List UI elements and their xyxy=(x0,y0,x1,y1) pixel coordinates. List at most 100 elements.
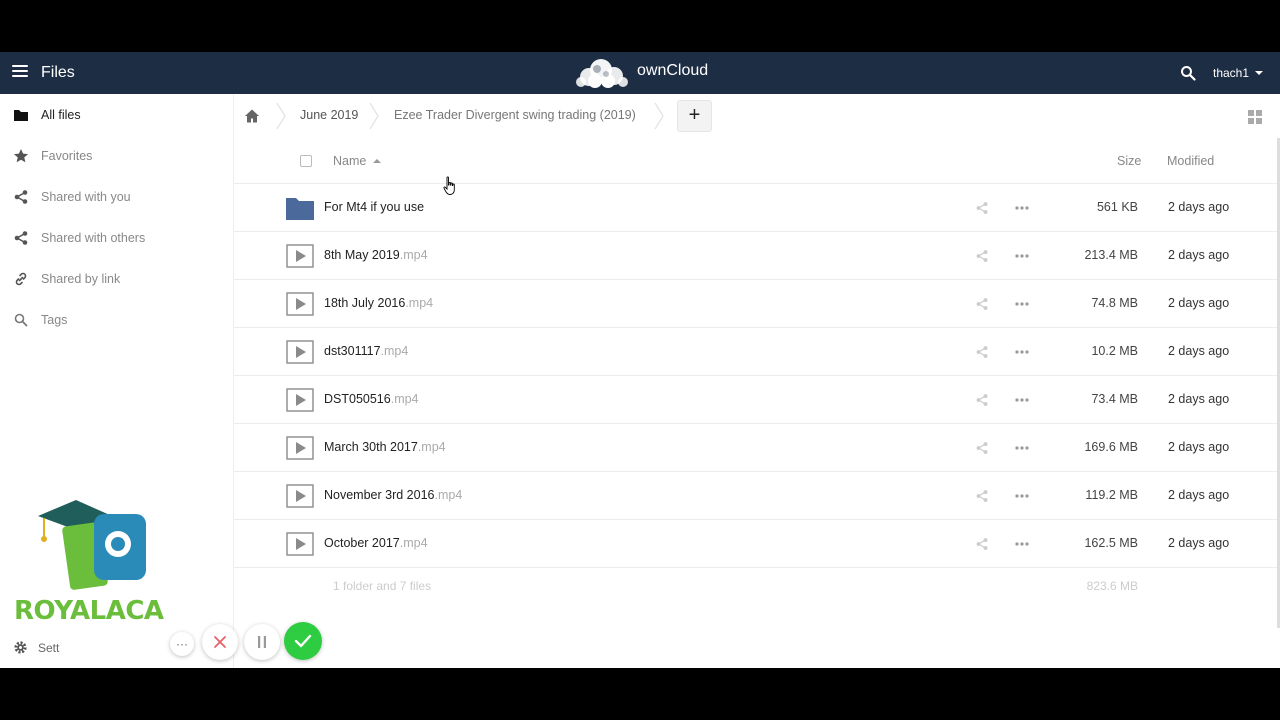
table-row[interactable]: dst301117.mp4 10.2 MB 2 days ago xyxy=(234,328,1278,376)
file-size: 561 KB xyxy=(1096,200,1138,214)
file-size: 169.6 MB xyxy=(1084,440,1138,454)
file-name[interactable]: DST050516.mp4 xyxy=(324,392,419,406)
sidebar-item-label: Shared with others xyxy=(41,231,146,245)
file-extension: .mp4 xyxy=(390,392,419,406)
gear-icon xyxy=(14,641,27,654)
file-size: 73.4 MB xyxy=(1091,392,1138,406)
table-row[interactable]: DST050516.mp4 73.4 MB 2 days ago xyxy=(234,376,1278,424)
more-actions-icon[interactable] xyxy=(1015,201,1029,215)
chevron-right-icon xyxy=(369,102,379,130)
more-actions-icon[interactable] xyxy=(1015,537,1029,551)
sidebar-item-label: All files xyxy=(41,108,81,122)
file-name[interactable]: October 2017.mp4 xyxy=(324,536,428,550)
share-icon[interactable] xyxy=(975,393,989,407)
cancel-button[interactable] xyxy=(202,624,238,660)
top-header: Files ownCloud thach1 xyxy=(0,52,1280,94)
sidebar-item-favorites[interactable]: Favorites xyxy=(0,135,233,176)
file-basename: 18th July 2016 xyxy=(324,296,406,310)
file-extension: .mp4 xyxy=(399,536,428,550)
file-size: 10.2 MB xyxy=(1091,344,1138,358)
link-icon xyxy=(15,272,27,286)
file-size: 162.5 MB xyxy=(1084,536,1138,550)
settings-button[interactable]: Sett xyxy=(13,640,59,655)
share-icon[interactable] xyxy=(975,489,989,503)
owncloud-app: Files ownCloud thach1 All files Favorite… xyxy=(0,52,1280,668)
pause-icon xyxy=(258,636,266,648)
file-extension: .mp4 xyxy=(417,440,446,454)
sidebar-item-tags[interactable]: Tags xyxy=(0,299,233,340)
video-file-icon xyxy=(286,532,314,556)
user-menu[interactable]: thach1 xyxy=(1213,66,1264,80)
video-file-icon xyxy=(286,340,314,364)
share-icon[interactable] xyxy=(975,297,989,311)
share-icon[interactable] xyxy=(975,345,989,359)
sidebar-item-shared-with-you[interactable]: Shared with you xyxy=(0,176,233,217)
file-modified: 2 days ago xyxy=(1168,392,1230,406)
table-row[interactable]: November 3rd 2016.mp4 119.2 MB 2 days ago xyxy=(234,472,1278,520)
logo-text: ownCloud xyxy=(637,62,709,79)
sidebar-item-all-files[interactable]: All files xyxy=(0,94,233,135)
file-name[interactable]: dst301117.mp4 xyxy=(324,344,408,358)
table-row[interactable]: October 2017.mp4 162.5 MB 2 days ago xyxy=(234,520,1278,568)
new-file-button[interactable]: + xyxy=(677,100,712,132)
more-options-button[interactable]: ··· xyxy=(170,632,194,656)
sidebar-item-label: Favorites xyxy=(41,149,93,163)
more-actions-icon[interactable] xyxy=(1015,441,1029,455)
file-name[interactable]: 8th May 2019.mp4 xyxy=(324,248,428,262)
name-header-label: Name xyxy=(333,154,367,168)
star-icon xyxy=(13,149,29,163)
file-extension: .mp4 xyxy=(380,344,409,358)
home-icon[interactable] xyxy=(244,108,260,124)
sidebar: All files Favorites Shared with you Shar… xyxy=(0,94,234,668)
chevron-down-icon xyxy=(1255,71,1264,75)
table-row[interactable]: For Mt4 if you use 561 KB 2 days ago xyxy=(234,184,1278,232)
select-all-checkbox[interactable] xyxy=(300,155,312,167)
file-extension: .mp4 xyxy=(405,296,434,310)
file-modified: 2 days ago xyxy=(1168,536,1230,550)
table-header: Name Size Modified xyxy=(234,138,1278,184)
sort-by-size[interactable]: Size xyxy=(1117,154,1141,168)
breadcrumb-current-folder[interactable]: Ezee Trader Divergent swing trading (201… xyxy=(394,108,636,122)
file-modified: 2 days ago xyxy=(1168,296,1230,310)
grid-view-icon[interactable] xyxy=(1248,110,1262,124)
share-icon[interactable] xyxy=(975,441,989,455)
file-basename: For Mt4 if you use xyxy=(324,200,425,214)
file-basename: November 3rd 2016 xyxy=(324,488,435,502)
more-actions-icon[interactable] xyxy=(1015,489,1029,503)
breadcrumb-june-2019[interactable]: June 2019 xyxy=(300,108,358,122)
sidebar-item-shared-by-link[interactable]: Shared by link xyxy=(0,258,233,299)
table-row[interactable]: 8th May 2019.mp4 213.4 MB 2 days ago xyxy=(234,232,1278,280)
file-name[interactable]: March 30th 2017.mp4 xyxy=(324,440,446,454)
pause-button[interactable] xyxy=(244,624,280,660)
more-actions-icon[interactable] xyxy=(1015,297,1029,311)
video-file-icon xyxy=(286,292,314,316)
more-actions-icon[interactable] xyxy=(1015,249,1029,263)
table-row[interactable]: 18th July 2016.mp4 74.8 MB 2 days ago xyxy=(234,280,1278,328)
table-row[interactable]: March 30th 2017.mp4 169.6 MB 2 days ago xyxy=(234,424,1278,472)
check-icon xyxy=(294,634,312,648)
username: thach1 xyxy=(1213,66,1250,80)
sort-by-name[interactable]: Name xyxy=(333,154,382,168)
app-title[interactable]: Files xyxy=(41,64,75,82)
share-icon[interactable] xyxy=(975,201,989,215)
file-name[interactable]: For Mt4 if you use xyxy=(324,200,424,214)
sidebar-item-shared-with-others[interactable]: Shared with others xyxy=(0,217,233,258)
owncloud-logo[interactable]: ownCloud xyxy=(573,56,708,90)
file-name[interactable]: November 3rd 2016.mp4 xyxy=(324,488,462,502)
video-file-icon xyxy=(286,388,314,412)
share-icon xyxy=(14,190,28,204)
chevron-right-icon xyxy=(276,102,286,130)
share-icon[interactable] xyxy=(975,537,989,551)
search-icon[interactable] xyxy=(1180,65,1196,81)
royalaca-watermark: ROYALACA xyxy=(14,498,184,628)
file-name[interactable]: 18th July 2016.mp4 xyxy=(324,296,433,310)
summary-count: 1 folder and 7 files xyxy=(333,579,432,593)
confirm-button[interactable] xyxy=(284,622,322,660)
sort-by-modified[interactable]: Modified xyxy=(1167,154,1214,168)
hamburger-menu-icon[interactable] xyxy=(12,65,28,81)
more-actions-icon[interactable] xyxy=(1015,345,1029,359)
share-icon xyxy=(14,231,28,245)
sidebar-item-label: Tags xyxy=(41,313,68,327)
share-icon[interactable] xyxy=(975,249,989,263)
more-actions-icon[interactable] xyxy=(1015,393,1029,407)
